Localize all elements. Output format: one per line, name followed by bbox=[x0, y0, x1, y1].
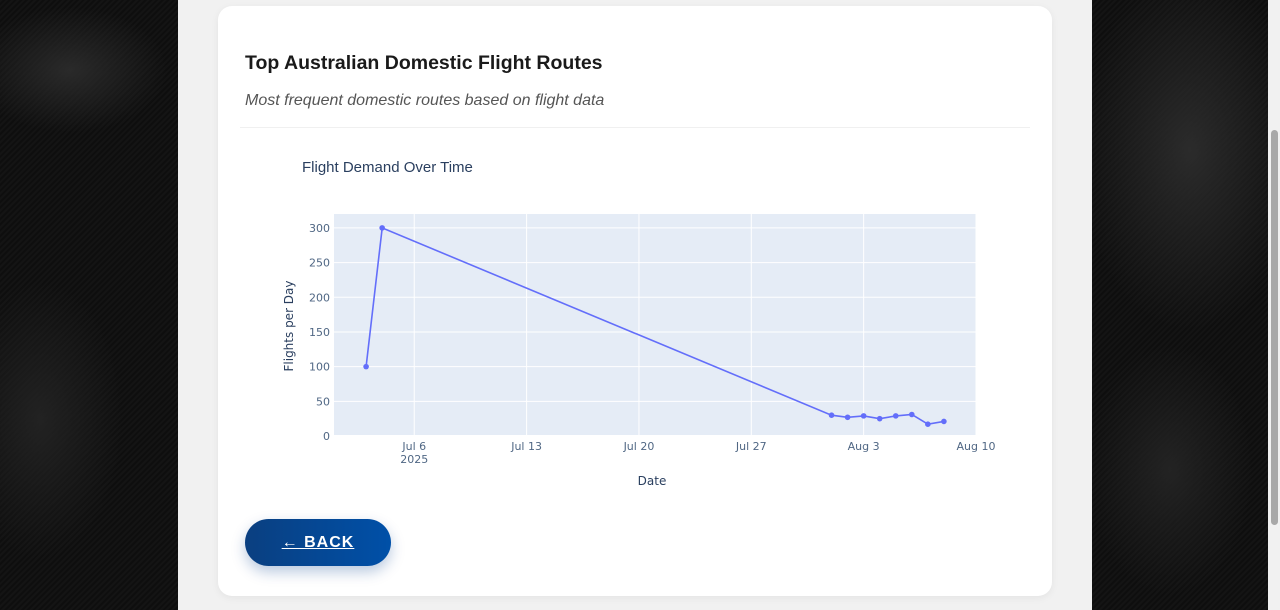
data-point bbox=[909, 411, 915, 418]
x-tick-label: Jul 27 bbox=[735, 440, 767, 453]
data-point bbox=[892, 413, 899, 419]
x-tick-label: Aug 10 bbox=[957, 440, 996, 453]
data-point bbox=[844, 414, 851, 421]
x-tick-label: Jul 20 bbox=[623, 440, 655, 453]
x-axis-label: Date bbox=[638, 474, 667, 488]
y-tick-label: 250 bbox=[309, 257, 330, 270]
page-subtitle: Most frequent domestic routes based on f… bbox=[245, 92, 605, 109]
data-point bbox=[828, 412, 835, 418]
y-tick-label: 0 bbox=[323, 430, 330, 443]
data-point bbox=[876, 415, 883, 422]
y-tick-label: 150 bbox=[309, 326, 330, 339]
y-tick-labels: 0 50 100 150 200 250 300 bbox=[309, 222, 330, 443]
y-tick-label: 200 bbox=[309, 291, 330, 304]
data-point bbox=[925, 421, 931, 428]
y-axis-label: Flights per Day bbox=[282, 280, 296, 371]
y-tick-label: 50 bbox=[316, 395, 330, 408]
x-tick-label: Jul 13 bbox=[510, 440, 542, 453]
main-content: Top Australian Domestic Flight Routes Mo… bbox=[178, 0, 1092, 610]
data-point bbox=[941, 418, 947, 425]
data-point bbox=[363, 363, 369, 370]
page-scrollbar[interactable] bbox=[1268, 0, 1280, 610]
scrollbar-thumb[interactable] bbox=[1271, 130, 1278, 525]
y-tick-label: 300 bbox=[309, 222, 330, 235]
routes-card: Top Australian Domestic Flight Routes Mo… bbox=[218, 6, 1052, 596]
x-tick-sublabel: 2025 bbox=[400, 453, 428, 466]
chart-title: Flight Demand Over Time bbox=[302, 159, 473, 176]
page-title: Top Australian Domestic Flight Routes bbox=[245, 52, 603, 74]
flight-demand-chart: Flight Demand Over Time Jul 62025Jul 13 J… bbox=[282, 159, 995, 488]
back-button[interactable]: ← BACK bbox=[245, 519, 391, 566]
data-point bbox=[860, 413, 867, 419]
x-tick-label: Jul 6 bbox=[401, 440, 426, 453]
divider bbox=[240, 127, 1030, 128]
x-tick-label: Aug 3 bbox=[848, 440, 880, 453]
x-tick-labels: Jul 62025 Jul 13 Jul 20 Jul 27 Aug 3 Aug 10 bbox=[400, 440, 995, 466]
data-point bbox=[379, 225, 385, 231]
y-tick-label: 100 bbox=[309, 361, 330, 374]
